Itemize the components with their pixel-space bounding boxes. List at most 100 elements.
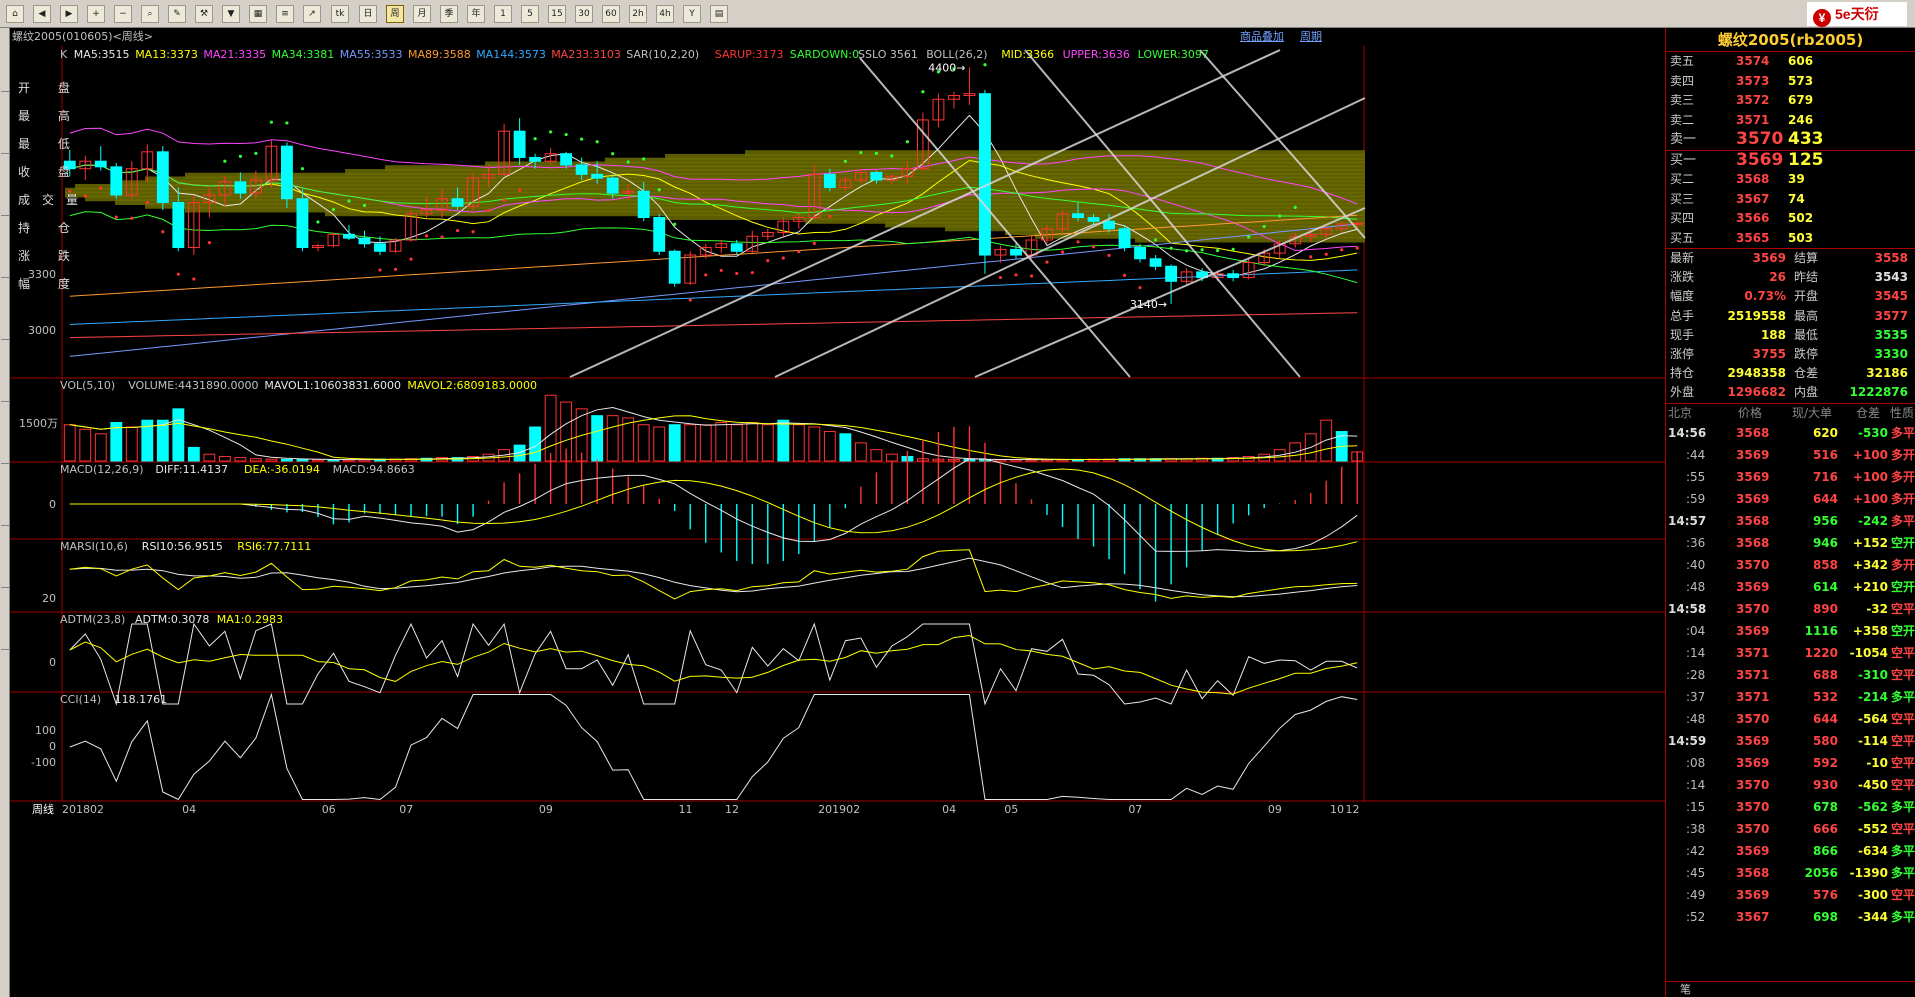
5m-toolbar-button[interactable]: 5 <box>521 5 539 23</box>
60m-toolbar-button[interactable]: 60 <box>602 5 620 23</box>
stat-row: 总手 2519558 最高 3577 <box>1666 307 1915 326</box>
day-toolbar-button[interactable]: 日 <box>359 5 377 23</box>
stat-label: 最新 <box>1670 251 1695 265</box>
quarter-toolbar-button[interactable]: 季 <box>440 5 458 23</box>
sar-dot <box>130 216 134 220</box>
toolbar: ⌂ ◀ ▶ + − ⌕ ✎ ⚒ ▼ ▦ ≡ ↗ tk 日周月季年 1 5 15 30 60 2h 4h Y ▤ ¥5e天衍 <box>0 0 1915 28</box>
tick-toolbar-button[interactable]: tk <box>331 5 349 23</box>
home-toolbar-button[interactable]: ⌂ <box>6 5 24 23</box>
sar-dot <box>983 63 987 67</box>
left-tab-5[interactable] <box>1 346 9 402</box>
tick-volume: 666 <box>1812 821 1838 836</box>
tick-oi-change: +358 <box>1852 623 1888 638</box>
left-tab-strip[interactable] <box>0 28 10 997</box>
stat-label: 最低 <box>1794 327 1819 342</box>
volume-bar <box>715 421 728 462</box>
tick-row: 14:57 3568 956 -242 多平 <box>1666 510 1915 532</box>
sar-dot <box>455 229 460 233</box>
Y-toolbar-button[interactable]: Y <box>683 5 701 23</box>
tick-oi-change: -1054 <box>1849 645 1888 660</box>
tick-volume: 698 <box>1812 909 1838 924</box>
left-tab-2[interactable] <box>1 160 9 216</box>
4h-toolbar-button[interactable]: 4h <box>656 5 674 23</box>
list-toolbar-button[interactable]: ≡ <box>276 5 294 23</box>
left-tab-8[interactable] <box>1 532 9 588</box>
sar-dot <box>843 159 847 163</box>
tick-time: :15 <box>1686 799 1706 814</box>
volume-bar <box>854 442 867 462</box>
x-tick-5: 11 <box>678 803 692 816</box>
quote-panel: 螺纹2005(rb2005) 卖五 3574 606 卖四 3573 573 卖三 3572 6… <box>1665 28 1915 997</box>
volume-bar <box>870 449 883 462</box>
left-tab-1[interactable] <box>1 98 9 154</box>
left-tab-3[interactable] <box>1 222 9 278</box>
fwd-toolbar-button[interactable]: ▶ <box>60 5 78 23</box>
15m-toolbar-button[interactable]: 15 <box>548 5 566 23</box>
tick-volume: 866 <box>1812 843 1838 858</box>
tools-toolbar-button[interactable]: ⚒ <box>195 5 213 23</box>
tick-oi-change: -562 <box>1857 799 1888 814</box>
sar-dot <box>812 241 816 245</box>
ma-legend-9: SAR(10,2,20) <box>626 48 699 61</box>
sar-dot <box>99 186 103 190</box>
bid-row: 买二 3568 39 <box>1666 170 1915 190</box>
2h-toolbar-button[interactable]: 2h <box>629 5 647 23</box>
stat-row: 持仓 2948358 仓差 32186 <box>1666 364 1915 383</box>
tick-time: 14:58 <box>1668 601 1707 616</box>
period-link[interactable]: 周期 <box>1300 28 1322 46</box>
left-tab-7[interactable] <box>1 470 9 526</box>
sar-dot <box>207 241 211 245</box>
x-tick-2: 06 <box>322 803 336 816</box>
tick-price: 3571 <box>1736 667 1770 682</box>
tick-list[interactable]: 14:56 3568 620 -530 多平:44 3569 516 +100 多开:55 356… <box>1666 422 1915 928</box>
x-tick-9: 05 <box>1004 803 1018 816</box>
tick-row: 14:56 3568 620 -530 多平 <box>1666 422 1915 444</box>
zoom-out-toolbar-button[interactable]: − <box>114 5 132 23</box>
candle-body <box>1165 265 1178 282</box>
ask-row: 卖五 3574 606 <box>1666 52 1915 72</box>
calc-toolbar-button[interactable]: ▤ <box>710 5 728 23</box>
tick-oi-change: +100 <box>1852 447 1888 462</box>
left-tab-0[interactable] <box>1 36 9 92</box>
overlay-link[interactable]: 商品叠加 <box>1240 28 1284 46</box>
month-toolbar-button[interactable]: 月 <box>413 5 431 23</box>
x-tick-13: 12 <box>1345 803 1359 816</box>
low-annotation: 3140→ <box>1130 298 1167 311</box>
tick-oi-change: -114 <box>1857 733 1888 748</box>
search-toolbar-button[interactable]: ⌕ <box>141 5 159 23</box>
tick-price: 3569 <box>1736 887 1770 902</box>
chart-area[interactable]: K MA5:3515 MA13:3373 MA21:3335 MA34:3381 MA55… <box>10 28 1665 997</box>
panel-bottom-tab[interactable]: 笔 <box>1666 981 1915 997</box>
tick-price: 3571 <box>1736 689 1770 704</box>
line-toolbar-button[interactable]: ↗ <box>303 5 321 23</box>
zoom-in-toolbar-button[interactable]: + <box>87 5 105 23</box>
tick-volume: 1116 <box>1804 623 1838 638</box>
sar-dot <box>642 157 646 161</box>
tick-volume: 946 <box>1812 535 1838 550</box>
filter-toolbar-button[interactable]: ▼ <box>222 5 240 23</box>
stat-value: 3755 <box>1752 346 1786 361</box>
chart-svg[interactable]: K MA5:3515 MA13:3373 MA21:3335 MA34:3381 MA55… <box>10 28 1665 997</box>
tick-price: 3568 <box>1736 865 1770 880</box>
30m-toolbar-button[interactable]: 30 <box>575 5 593 23</box>
grid-toolbar-button[interactable]: ▦ <box>249 5 267 23</box>
left-tab-9[interactable] <box>1 594 9 650</box>
ask-label: 卖四 <box>1670 73 1695 88</box>
left-tab-4[interactable] <box>1 284 9 340</box>
sar-dot <box>1262 224 1266 229</box>
1m-toolbar-button[interactable]: 1 <box>494 5 512 23</box>
info-label-7: 幅 度 <box>18 277 82 291</box>
sar-dot <box>1169 246 1173 250</box>
rsi-legend-0: MARSI(10,6) <box>60 540 128 553</box>
ask-price: 3570 <box>1736 129 1784 149</box>
stat-row: 外盘 1296682 内盘 1222876 <box>1666 383 1915 402</box>
week-toolbar-button[interactable]: 周 <box>386 5 404 23</box>
tick-volume: 858 <box>1812 557 1838 572</box>
ma-legend-3: MA21:3335 <box>203 48 266 61</box>
pen-toolbar-button[interactable]: ✎ <box>168 5 186 23</box>
year-toolbar-button[interactable]: 年 <box>467 5 485 23</box>
left-tab-6[interactable] <box>1 408 9 464</box>
candle-body <box>513 130 526 158</box>
sar-dot <box>440 235 444 239</box>
back-toolbar-button[interactable]: ◀ <box>33 5 51 23</box>
